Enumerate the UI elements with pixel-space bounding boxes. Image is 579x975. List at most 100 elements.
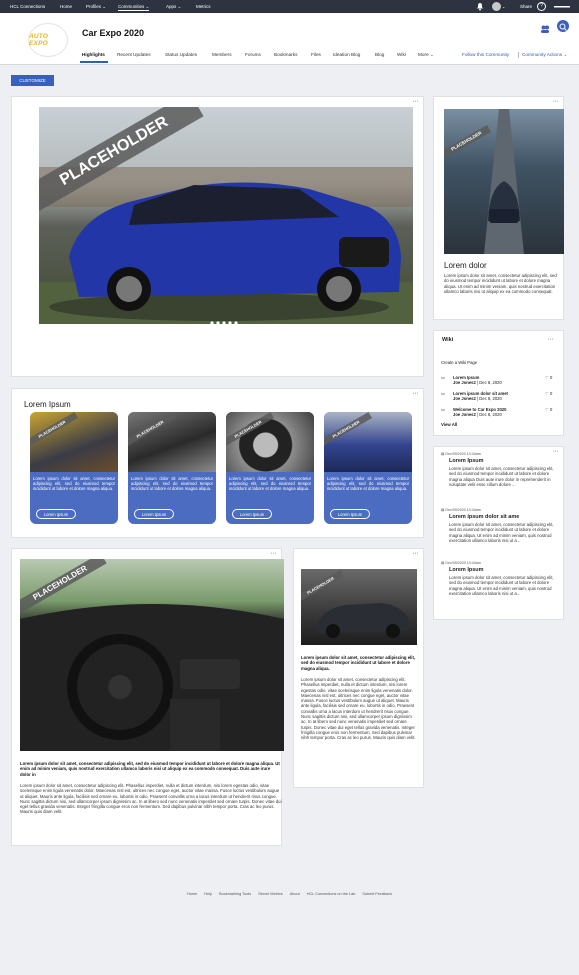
view-all-link[interactable]: View All bbox=[441, 422, 457, 427]
hero-image: PLACEHOLDER bbox=[39, 107, 413, 324]
feed-title: Lorem Ipsum bbox=[449, 458, 484, 464]
wiki-item-date: Dec 8, 2020 bbox=[479, 396, 502, 401]
card-text: Lorem ipsum dolor sit amet, consectetur … bbox=[229, 476, 311, 492]
chevron-down-icon: ⌄ bbox=[102, 4, 107, 9]
nav-brand[interactable]: HCL Connections bbox=[10, 4, 45, 9]
footer-link-home[interactable]: Home bbox=[187, 892, 197, 896]
more-options-icon[interactable]: ··· bbox=[413, 98, 419, 105]
wiki-item-author: Joe Jones2 bbox=[453, 396, 476, 401]
carousel-dots[interactable] bbox=[209, 313, 239, 324]
follow-community-link[interactable]: Follow this Community bbox=[462, 52, 509, 57]
more-options-icon[interactable]: ··· bbox=[271, 550, 277, 557]
tab-recent-updates[interactable]: Recent Updates bbox=[117, 52, 151, 57]
tab-bookmarks[interactable]: Bookmarks bbox=[274, 52, 297, 57]
nav-home[interactable]: Home bbox=[60, 4, 72, 9]
article-lead: Lorem ipsum dolor sit amet, consectetur … bbox=[20, 761, 280, 777]
customize-button[interactable]: CUSTOMIZE bbox=[11, 75, 54, 86]
tab-blog[interactable]: Blog bbox=[375, 52, 384, 57]
section-title: Lorem Ipsum bbox=[24, 400, 71, 409]
tab-ideation-blog[interactable]: Ideation Blog bbox=[333, 52, 360, 57]
bell-icon[interactable] bbox=[476, 2, 484, 12]
people-icon[interactable] bbox=[540, 21, 550, 33]
tab-forums[interactable]: Forums bbox=[245, 52, 261, 57]
community-actions-link[interactable]: Community Actions ⌄ bbox=[518, 52, 567, 58]
footer-link-about[interactable]: About bbox=[290, 892, 300, 896]
chevron-down-icon: ⌄ bbox=[177, 4, 182, 9]
feed-title: Lorem ipsum dolor sit ame bbox=[449, 514, 520, 520]
more-options-icon[interactable]: ··· bbox=[548, 336, 554, 343]
nav-communities[interactable]: Communities ⌄ bbox=[118, 4, 150, 11]
wiki-item-meta: Joe Jones2 | Dec 8, 2020 bbox=[453, 412, 502, 417]
placeholder-label: PLACEHOLDER bbox=[30, 412, 78, 447]
community-actions-label: Community Actions bbox=[522, 52, 563, 57]
nav-metrics[interactable]: Metrics bbox=[196, 4, 211, 9]
lorem-card-4: PLACEHOLDER Lorem ipsum dolor sit amet, … bbox=[324, 412, 412, 524]
create-wiki-page-link[interactable]: Create a Wiki Page bbox=[441, 360, 477, 365]
top-navigation-bar: HCL Connections Home Profiles ⌄ Communit… bbox=[0, 0, 579, 13]
feed-date: ▤ Dec/09/2020 10:44am bbox=[441, 561, 481, 565]
featured-title: Lorem dolor bbox=[444, 261, 487, 270]
footer-link-help[interactable]: Help bbox=[204, 892, 212, 896]
nav-profiles[interactable]: Profiles ⌄ bbox=[86, 4, 106, 10]
card-button[interactable]: Lorem Ipsum bbox=[232, 509, 272, 519]
footer-link-lab[interactable]: HCL Connections on the Lab bbox=[307, 892, 356, 896]
logo-text: AUTO EXPO bbox=[29, 33, 49, 47]
active-tab-indicator bbox=[80, 61, 108, 63]
nav-apps-label: Apps bbox=[166, 4, 177, 9]
chevron-down-icon: ⌄ bbox=[430, 52, 434, 57]
card-image: PLACEHOLDER bbox=[30, 412, 118, 472]
more-options-icon[interactable]: ··· bbox=[553, 448, 559, 455]
page-icon: ▭ bbox=[441, 391, 445, 396]
search-icon[interactable] bbox=[557, 20, 569, 32]
feed-date: ▤ Dec/09/2020 10:44am bbox=[441, 452, 481, 456]
article-body: Lorem ipsum dolor sit amet, consectetur … bbox=[20, 783, 282, 815]
hcl-logo-icon bbox=[553, 2, 571, 10]
like-count-value: 0 bbox=[549, 375, 553, 380]
article-body: Lorem ipsum dolor sit amet, consectetur … bbox=[301, 677, 416, 741]
tab-more-label: More bbox=[418, 52, 429, 57]
wiki-item-date: Dec 8, 2020 bbox=[479, 380, 502, 385]
tab-members[interactable]: Members bbox=[212, 52, 232, 57]
more-options-icon[interactable]: ··· bbox=[413, 550, 419, 557]
help-icon[interactable]: ? bbox=[537, 2, 546, 11]
card-image: PLACEHOLDER bbox=[226, 412, 314, 472]
nav-apps[interactable]: Apps ⌄ bbox=[166, 4, 181, 10]
tab-highlights[interactable]: Highlights bbox=[82, 52, 105, 57]
showroom-image: PLACEHOLDER bbox=[301, 569, 417, 645]
tab-status-updates[interactable]: Status Updates bbox=[165, 52, 197, 57]
more-options-icon[interactable]: ··· bbox=[413, 390, 419, 397]
tab-wiki[interactable]: Wiki bbox=[397, 52, 406, 57]
wiki-item-meta: Joe Jones2 | Dec 8, 2020 bbox=[453, 396, 502, 401]
chevron-down-icon[interactable]: ⌄ bbox=[502, 4, 505, 9]
card-button[interactable]: Lorem Ipsum bbox=[330, 509, 370, 519]
more-options-icon[interactable]: ··· bbox=[553, 98, 559, 105]
footer-link-bookmarking-tools[interactable]: Bookmarking Tools bbox=[219, 892, 251, 896]
card-image: PLACEHOLDER bbox=[324, 412, 412, 472]
nav-share[interactable]: Share bbox=[520, 4, 532, 9]
page-icon: ▭ bbox=[441, 407, 445, 412]
wiki-item-author: Joe Jones2 bbox=[453, 412, 476, 417]
lorem-card-2: PLACEHOLDER Lorem ipsum dolor sit amet, … bbox=[128, 412, 216, 524]
wiki-item-meta: Joe Jones2 | Dec 8, 2020 bbox=[453, 380, 502, 385]
footer-link-feedback[interactable]: Submit Feedback bbox=[362, 892, 392, 896]
lorem-card-1: PLACEHOLDER Lorem ipsum dolor sit amet, … bbox=[30, 412, 118, 524]
footer-link-server-metrics[interactable]: Server Metrics bbox=[258, 892, 282, 896]
card-button[interactable]: Lorem Ipsum bbox=[134, 509, 174, 519]
user-avatar[interactable] bbox=[492, 2, 501, 11]
featured-image: PLACEHOLDER bbox=[444, 109, 564, 254]
lorem-card-3: PLACEHOLDER Lorem ipsum dolor sit amet, … bbox=[226, 412, 314, 524]
like-count[interactable]: ♡ 0 bbox=[545, 391, 552, 396]
card-text: Lorem ipsum dolor sit amet, consectetur … bbox=[131, 476, 213, 492]
chevron-down-icon: ⌄ bbox=[563, 52, 568, 57]
like-count[interactable]: ♡ 0 bbox=[545, 375, 552, 380]
feed-body: Lorem ipsum dolor sit amet, consectetur … bbox=[449, 522, 554, 543]
like-count[interactable]: ♡ 0 bbox=[545, 407, 552, 412]
community-header: AUTO EXPO bbox=[0, 13, 579, 65]
heart-icon: ♡ bbox=[545, 407, 549, 412]
interior-article-widget: ··· PLACEHOLDER Lorem ipsum dolor sit am… bbox=[11, 548, 284, 846]
wiki-title: Wiki bbox=[442, 337, 454, 343]
tab-files[interactable]: Files bbox=[311, 52, 321, 57]
card-button[interactable]: Lorem Ipsum bbox=[36, 509, 76, 519]
tab-more[interactable]: More ⌄ bbox=[418, 52, 434, 58]
heart-icon: ♡ bbox=[545, 375, 549, 380]
